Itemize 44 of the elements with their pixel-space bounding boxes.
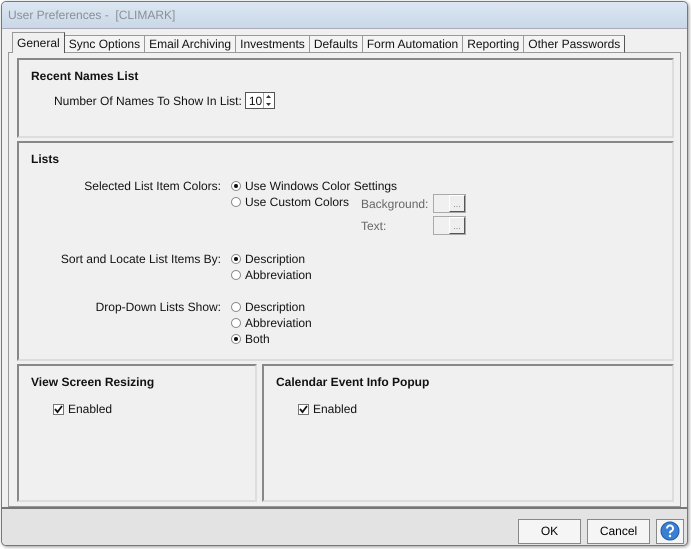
radio-option[interactable]: Abbreviation xyxy=(231,315,312,331)
down-arrow-icon xyxy=(266,102,272,106)
tab[interactable]: Form Automation xyxy=(362,35,464,53)
radio-option[interactable]: Use Custom Colors xyxy=(231,194,350,210)
help-icon xyxy=(660,521,680,541)
radio-button[interactable] xyxy=(231,334,241,344)
radio-button[interactable] xyxy=(231,197,241,207)
section-heading: Calendar Event Info Popup xyxy=(276,375,430,389)
tab[interactable]: Reporting xyxy=(462,35,524,53)
tab[interactable]: Email Archiving xyxy=(144,35,236,53)
radio-button[interactable] xyxy=(231,302,241,312)
radio-button[interactable] xyxy=(231,270,241,280)
help-button[interactable] xyxy=(656,518,684,544)
radio-button[interactable] xyxy=(231,181,241,191)
tab[interactable]: Defaults xyxy=(308,35,363,53)
section-heading: Lists xyxy=(31,152,60,166)
radio-option[interactable]: Use Windows Color Settings xyxy=(231,178,398,194)
radio-option[interactable]: Abbreviation xyxy=(231,267,312,283)
radio-button[interactable] xyxy=(231,254,241,264)
tab[interactable]: Investments xyxy=(235,35,310,53)
checkbox[interactable] xyxy=(298,404,309,414)
checkbox-option[interactable]: Enabled xyxy=(53,402,243,416)
radio-option[interactable]: Description xyxy=(231,251,306,267)
radio-button[interactable] xyxy=(231,318,241,328)
radio-option[interactable]: Description xyxy=(231,299,306,315)
dialog-button[interactable]: OK xyxy=(518,518,581,544)
radio-option[interactable]: Both xyxy=(231,331,270,347)
checkbox[interactable] xyxy=(53,404,64,414)
tab[interactable]: Sync Options xyxy=(64,35,146,53)
field-label: Drop-Down Lists Show: xyxy=(94,299,222,315)
section-heading: Recent Names List xyxy=(31,69,140,83)
checkbox-option[interactable]: Enabled xyxy=(298,402,660,416)
number-spinner[interactable]: 10 xyxy=(244,92,275,109)
field-label: Background: xyxy=(361,196,430,210)
section-heading: View Screen Resizing xyxy=(31,375,156,389)
window-title: User Preferences - [CLIMARK] xyxy=(8,8,176,22)
tab[interactable]: Other Passwords xyxy=(523,35,626,53)
field-label: Number Of Names To Show In List: xyxy=(53,92,243,108)
field-label: Sort and Locate List Items By: xyxy=(60,251,222,267)
up-arrow-icon xyxy=(266,95,272,98)
dialog-button[interactable]: Cancel xyxy=(587,518,650,544)
tab[interactable]: General xyxy=(12,32,65,53)
field-label: Selected List Item Colors: xyxy=(83,178,222,194)
field-label: Text: xyxy=(361,218,388,232)
